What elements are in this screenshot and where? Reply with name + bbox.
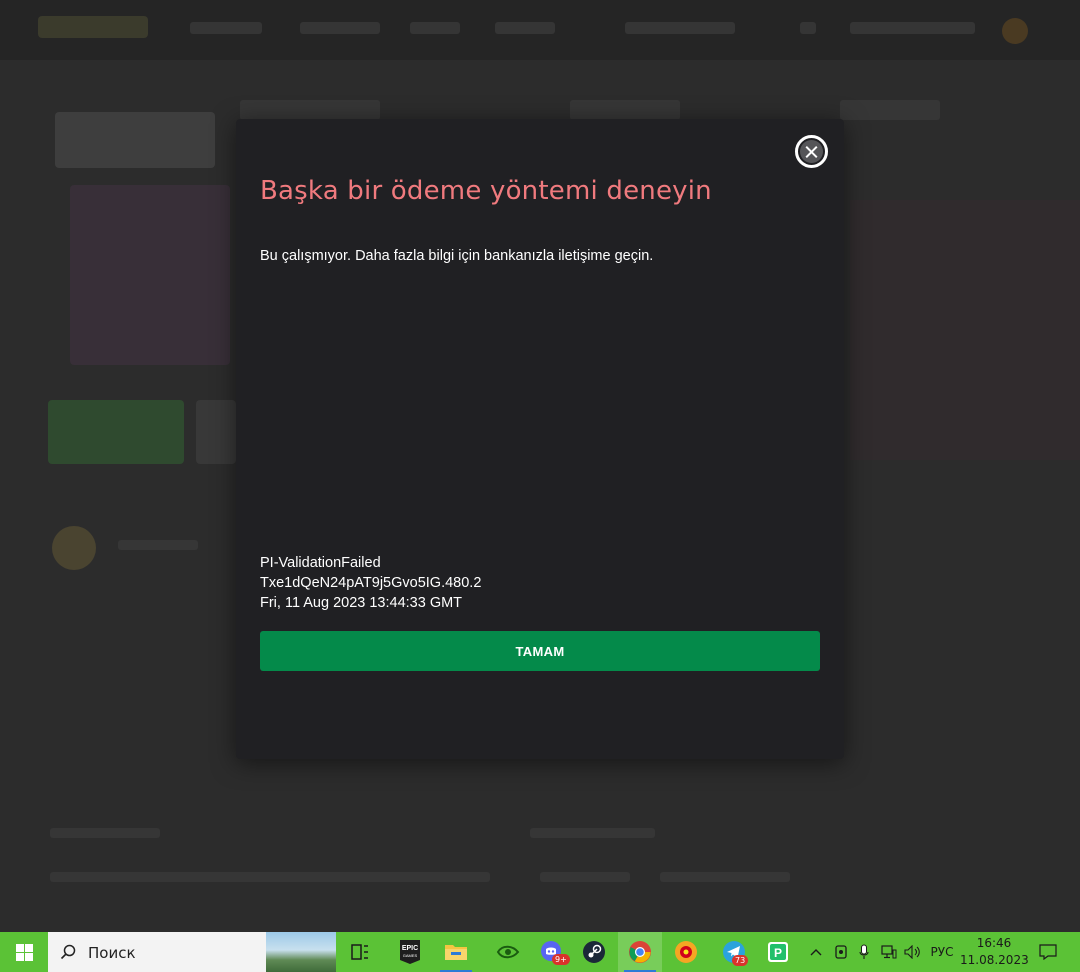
dialog-title: Başka bir ödeme yöntemi deneyin: [260, 176, 712, 206]
background-cover-art: [70, 185, 230, 365]
epic-games-icon: EPIC GAMES: [400, 940, 420, 964]
background-logo: [38, 16, 148, 38]
background-text-line: [50, 828, 160, 838]
clock[interactable]: 16:46 11.08.2023: [960, 935, 1029, 969]
ok-button[interactable]: TAMAM: [260, 631, 820, 671]
background-nav-bar: [0, 0, 1080, 60]
taskbar-app-epic-games[interactable]: EPIC GAMES: [388, 932, 432, 972]
chevron-up-icon: [810, 949, 822, 956]
telegram-badge: 73: [732, 955, 749, 966]
network-icon: [881, 945, 897, 959]
notifications-button[interactable]: [1034, 932, 1062, 972]
microphone-button[interactable]: [854, 932, 874, 972]
dialog-message: Bu çalışmıyor. Daha fazla bilgi için ban…: [260, 248, 654, 264]
task-view-icon: [351, 944, 368, 960]
background-side-art: [850, 200, 1080, 460]
svg-text:EPIC: EPIC: [402, 945, 418, 952]
background-text-line: [50, 872, 490, 882]
notification-icon: [1039, 944, 1057, 960]
tray-device-icon: [835, 945, 847, 959]
nvidia-icon: [496, 945, 520, 959]
error-code: PI-ValidationFailed: [260, 555, 381, 571]
background-title: [55, 112, 215, 168]
background-rating-icon: [52, 526, 96, 570]
close-button[interactable]: [795, 135, 828, 168]
svg-text:P: P: [774, 946, 782, 960]
background-nav-item: [850, 22, 975, 34]
volume-icon: [904, 945, 920, 959]
background-buy-button: [48, 400, 184, 464]
background-tab: [240, 100, 380, 120]
taskbar-app-discord[interactable]: 9+: [530, 932, 574, 972]
search-icon: [60, 944, 76, 960]
file-explorer-icon: [445, 945, 467, 960]
clock-date: 11.08.2023: [960, 953, 1029, 967]
input-language-indicator[interactable]: РУС: [926, 932, 958, 972]
background-nav-item: [495, 22, 555, 34]
task-view-button[interactable]: [338, 932, 382, 972]
payment-error-dialog: Başka bir ödeme yöntemi deneyin Bu çalış…: [236, 119, 844, 759]
windows-taskbar: Поиск EPIC GAMES 9+ 73 P РУС 16:46 11.08…: [0, 932, 1080, 972]
background-secondary-button: [196, 400, 236, 464]
close-icon: [800, 140, 823, 163]
taskbar-app-telegram[interactable]: 73: [712, 932, 756, 972]
taskbar-app-steam[interactable]: [572, 932, 616, 972]
transaction-id: Txe1dQeN24pAT9j5Gvo5IG.480.2: [260, 575, 482, 591]
background-avatar: [1002, 18, 1028, 44]
network-button[interactable]: [878, 932, 900, 972]
steam-icon: [583, 941, 605, 963]
background-text-line: [660, 872, 790, 882]
app-icon-orange: [675, 941, 697, 963]
background-nav-item: [300, 22, 380, 34]
clock-time: 16:46: [976, 936, 1012, 950]
background-text-line: [530, 828, 655, 838]
pycharm-like-icon: P: [768, 942, 788, 962]
search-highlight-image: [266, 932, 336, 972]
volume-button[interactable]: [902, 932, 924, 972]
background-tab: [840, 100, 940, 120]
microphone-icon: [859, 944, 869, 959]
background-tab: [570, 100, 680, 120]
discord-badge: 9+: [552, 954, 570, 965]
windows-logo-icon: [15, 943, 33, 961]
tray-app-button[interactable]: [830, 932, 852, 972]
search-placeholder: Поиск: [88, 944, 136, 962]
background-nav-item: [625, 22, 735, 34]
background-text-line: [540, 872, 630, 882]
background-nav-item: [800, 22, 816, 34]
taskbar-app-orange[interactable]: [664, 932, 708, 972]
taskbar-app-nvidia[interactable]: [486, 932, 530, 972]
background-text-line: [118, 540, 198, 550]
taskbar-app-chrome[interactable]: [618, 932, 662, 972]
taskbar-app-file-explorer[interactable]: [434, 932, 478, 972]
error-timestamp: Fri, 11 Aug 2023 13:44:33 GMT: [260, 595, 463, 611]
background-nav-item: [410, 22, 460, 34]
error-details: PI-ValidationFailed Txe1dQeN24pAT9j5Gvo5…: [260, 553, 481, 613]
svg-text:GAMES: GAMES: [403, 953, 418, 958]
show-hidden-icons-button[interactable]: [806, 932, 826, 972]
taskbar-search-box[interactable]: Поиск: [48, 932, 336, 972]
background-nav-item: [190, 22, 262, 34]
taskbar-app-green[interactable]: P: [756, 932, 800, 972]
chrome-icon: [629, 941, 651, 963]
start-button[interactable]: [0, 932, 48, 972]
